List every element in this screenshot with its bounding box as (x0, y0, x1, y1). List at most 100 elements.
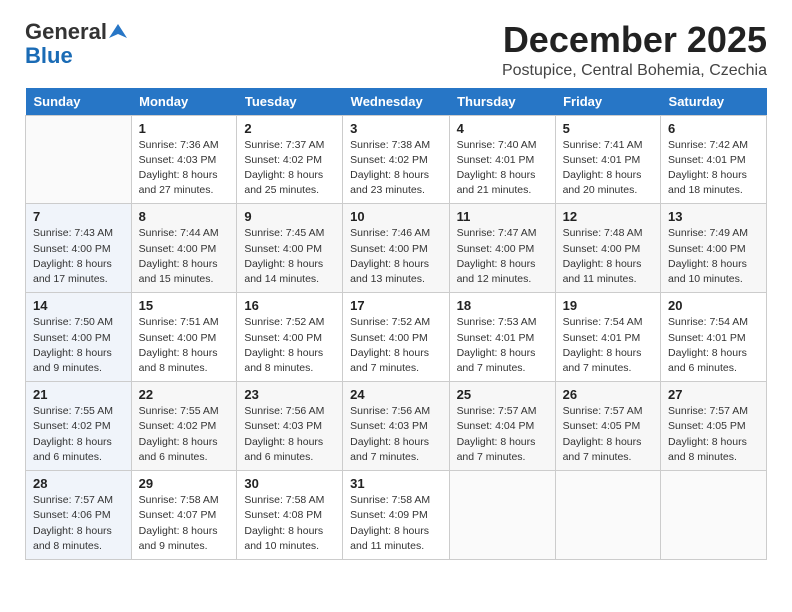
day-number: 22 (139, 387, 230, 402)
day-number: 6 (668, 121, 759, 136)
day-number: 15 (139, 298, 230, 313)
day-info: Sunrise: 7:57 AMSunset: 4:04 PMDaylight:… (457, 404, 548, 465)
day-info: Sunrise: 7:37 AMSunset: 4:02 PMDaylight:… (244, 138, 335, 199)
day-number: 24 (350, 387, 441, 402)
day-number: 3 (350, 121, 441, 136)
day-info: Sunrise: 7:51 AMSunset: 4:00 PMDaylight:… (139, 315, 230, 376)
day-number: 19 (563, 298, 653, 313)
day-number: 13 (668, 209, 759, 224)
day-info: Sunrise: 7:40 AMSunset: 4:01 PMDaylight:… (457, 138, 548, 199)
calendar-cell: 23 Sunrise: 7:56 AMSunset: 4:03 PMDayligh… (237, 382, 343, 471)
calendar-cell: 27 Sunrise: 7:57 AMSunset: 4:05 PMDayligh… (661, 382, 767, 471)
calendar-cell: 20 Sunrise: 7:54 AMSunset: 4:01 PMDayligh… (661, 293, 767, 382)
calendar-cell: 6 Sunrise: 7:42 AMSunset: 4:01 PMDaylight… (661, 115, 767, 204)
col-wednesday: Wednesday (343, 88, 449, 116)
month-title: December 2025 (502, 20, 767, 60)
calendar-week-3: 14 Sunrise: 7:50 AMSunset: 4:00 PMDayligh… (26, 293, 767, 382)
day-info: Sunrise: 7:46 AMSunset: 4:00 PMDaylight:… (350, 226, 441, 287)
calendar-cell: 2Sunrise: 7:37 AMSunset: 4:02 PMDaylight… (237, 115, 343, 204)
day-info: Sunrise: 7:58 AMSunset: 4:09 PMDaylight:… (350, 493, 441, 554)
logo-blue: Blue (25, 44, 73, 68)
day-info: Sunrise: 7:57 AMSunset: 4:05 PMDaylight:… (668, 404, 759, 465)
calendar-cell: 11Sunrise: 7:47 AMSunset: 4:00 PMDayligh… (449, 204, 555, 293)
day-number: 20 (668, 298, 759, 313)
calendar-week-1: 1 Sunrise: 7:36 AMSunset: 4:03 PMDaylight… (26, 115, 767, 204)
calendar-week-2: 7Sunrise: 7:43 AMSunset: 4:00 PMDaylight… (26, 204, 767, 293)
calendar-cell: 13 Sunrise: 7:49 AMSunset: 4:00 PMDayligh… (661, 204, 767, 293)
day-info: Sunrise: 7:58 AMSunset: 4:08 PMDaylight:… (244, 493, 335, 554)
day-info: Sunrise: 7:56 AMSunset: 4:03 PMDaylight:… (350, 404, 441, 465)
logo-bird-icon (109, 22, 127, 40)
day-info: Sunrise: 7:56 AMSunset: 4:03 PMDaylight:… (244, 404, 335, 465)
calendar-cell: 30 Sunrise: 7:58 AMSunset: 4:08 PMDayligh… (237, 471, 343, 560)
day-number: 31 (350, 476, 441, 491)
calendar-cell (449, 471, 555, 560)
calendar-body: 1 Sunrise: 7:36 AMSunset: 4:03 PMDaylight… (26, 115, 767, 559)
day-info: Sunrise: 7:47 AMSunset: 4:00 PMDaylight:… (457, 226, 548, 287)
day-number: 27 (668, 387, 759, 402)
day-number: 8 (139, 209, 230, 224)
calendar-cell: 3 Sunrise: 7:38 AMSunset: 4:02 PMDaylight… (343, 115, 449, 204)
calendar-cell: 19 Sunrise: 7:54 AMSunset: 4:01 PMDayligh… (555, 293, 660, 382)
calendar-cell: 26 Sunrise: 7:57 AMSunset: 4:05 PMDayligh… (555, 382, 660, 471)
day-number: 23 (244, 387, 335, 402)
title-block: December 2025 Postupice, Central Bohemia… (502, 20, 767, 80)
calendar-cell: 18 Sunrise: 7:53 AMSunset: 4:01 PMDayligh… (449, 293, 555, 382)
day-info: Sunrise: 7:49 AMSunset: 4:00 PMDaylight:… (668, 226, 759, 287)
calendar-cell: 8 Sunrise: 7:44 AMSunset: 4:00 PMDaylight… (131, 204, 237, 293)
calendar-cell (26, 115, 132, 204)
day-number: 21 (33, 387, 124, 402)
calendar-cell: 21 Sunrise: 7:55 AMSunset: 4:02 PMDayligh… (26, 382, 132, 471)
day-info: Sunrise: 7:48 AMSunset: 4:00 PMDaylight:… (563, 226, 653, 287)
day-info: Sunrise: 7:54 AMSunset: 4:01 PMDaylight:… (563, 315, 653, 376)
day-info: Sunrise: 7:42 AMSunset: 4:01 PMDaylight:… (668, 138, 759, 199)
header-row: Sunday Monday Tuesday Wednesday Thursday… (26, 88, 767, 116)
day-number: 4 (457, 121, 548, 136)
day-info: Sunrise: 7:36 AMSunset: 4:03 PMDaylight:… (139, 138, 230, 199)
day-number: 1 (139, 121, 230, 136)
calendar-cell: 9 Sunrise: 7:45 AMSunset: 4:00 PMDaylight… (237, 204, 343, 293)
calendar-cell: 29Sunrise: 7:58 AMSunset: 4:07 PMDayligh… (131, 471, 237, 560)
calendar-cell: 31 Sunrise: 7:58 AMSunset: 4:09 PMDayligh… (343, 471, 449, 560)
day-info: Sunrise: 7:44 AMSunset: 4:00 PMDaylight:… (139, 226, 230, 287)
day-info: Sunrise: 7:55 AMSunset: 4:02 PMDaylight:… (33, 404, 124, 465)
calendar-week-5: 28Sunrise: 7:57 AMSunset: 4:06 PMDayligh… (26, 471, 767, 560)
day-info: Sunrise: 7:41 AMSunset: 4:01 PMDaylight:… (563, 138, 653, 199)
page-header: General Blue December 2025 Postupice, Ce… (25, 20, 767, 80)
calendar-week-4: 21 Sunrise: 7:55 AMSunset: 4:02 PMDayligh… (26, 382, 767, 471)
calendar-cell: 14 Sunrise: 7:50 AMSunset: 4:00 PMDayligh… (26, 293, 132, 382)
day-number: 18 (457, 298, 548, 313)
calendar-header: Sunday Monday Tuesday Wednesday Thursday… (26, 88, 767, 116)
calendar-cell: 10Sunrise: 7:46 AMSunset: 4:00 PMDayligh… (343, 204, 449, 293)
day-info: Sunrise: 7:45 AMSunset: 4:00 PMDaylight:… (244, 226, 335, 287)
calendar-cell: 4 Sunrise: 7:40 AMSunset: 4:01 PMDaylight… (449, 115, 555, 204)
day-number: 26 (563, 387, 653, 402)
day-number: 17 (350, 298, 441, 313)
calendar-cell: 15 Sunrise: 7:51 AMSunset: 4:00 PMDayligh… (131, 293, 237, 382)
logo-general: General (25, 20, 107, 44)
day-info: Sunrise: 7:57 AMSunset: 4:06 PMDaylight:… (33, 493, 124, 554)
day-info: Sunrise: 7:55 AMSunset: 4:02 PMDaylight:… (139, 404, 230, 465)
day-number: 25 (457, 387, 548, 402)
day-number: 30 (244, 476, 335, 491)
day-info: Sunrise: 7:57 AMSunset: 4:05 PMDaylight:… (563, 404, 653, 465)
day-info: Sunrise: 7:52 AMSunset: 4:00 PMDaylight:… (350, 315, 441, 376)
col-tuesday: Tuesday (237, 88, 343, 116)
col-friday: Friday (555, 88, 660, 116)
location-subtitle: Postupice, Central Bohemia, Czechia (502, 62, 767, 80)
day-info: Sunrise: 7:53 AMSunset: 4:01 PMDaylight:… (457, 315, 548, 376)
col-thursday: Thursday (449, 88, 555, 116)
calendar-cell: 25 Sunrise: 7:57 AMSunset: 4:04 PMDayligh… (449, 382, 555, 471)
day-info: Sunrise: 7:50 AMSunset: 4:00 PMDaylight:… (33, 315, 124, 376)
day-info: Sunrise: 7:54 AMSunset: 4:01 PMDaylight:… (668, 315, 759, 376)
day-info: Sunrise: 7:38 AMSunset: 4:02 PMDaylight:… (350, 138, 441, 199)
calendar-cell: 24 Sunrise: 7:56 AMSunset: 4:03 PMDayligh… (343, 382, 449, 471)
calendar-cell: 7Sunrise: 7:43 AMSunset: 4:00 PMDaylight… (26, 204, 132, 293)
day-number: 9 (244, 209, 335, 224)
day-info: Sunrise: 7:43 AMSunset: 4:00 PMDaylight:… (33, 226, 124, 287)
calendar-cell: 22 Sunrise: 7:55 AMSunset: 4:02 PMDayligh… (131, 382, 237, 471)
day-number: 14 (33, 298, 124, 313)
calendar-cell: 5Sunrise: 7:41 AMSunset: 4:01 PMDaylight… (555, 115, 660, 204)
day-info: Sunrise: 7:52 AMSunset: 4:00 PMDaylight:… (244, 315, 335, 376)
day-info: Sunrise: 7:58 AMSunset: 4:07 PMDaylight:… (139, 493, 230, 554)
